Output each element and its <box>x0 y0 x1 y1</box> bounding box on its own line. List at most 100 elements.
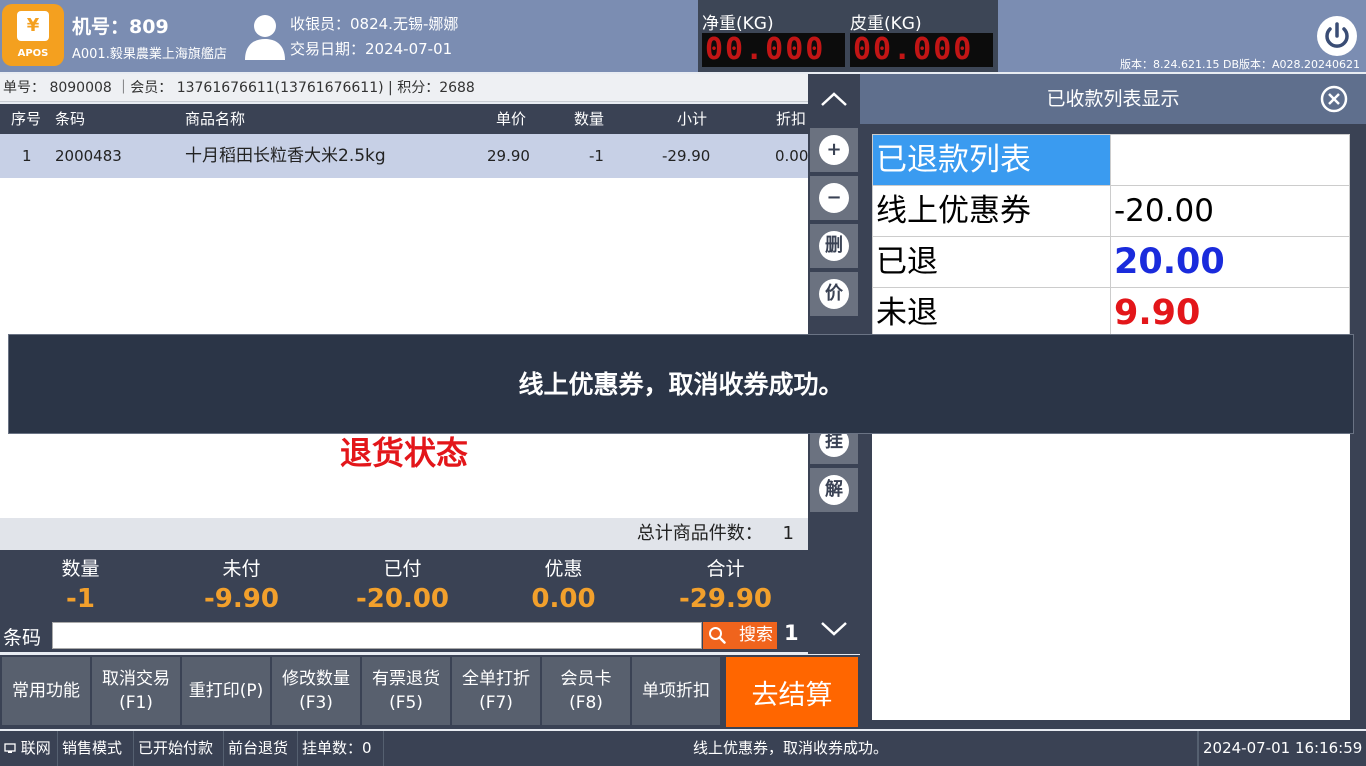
tare-weight-value: 00.000 <box>850 33 993 67</box>
sum-total-value: -29.90 <box>678 584 773 614</box>
row-name: 十月稻田长粒香大米2.5kg <box>185 146 386 166</box>
table-row[interactable]: 1 2000483 十月稻田长粒香大米2.5kg 29.90 -1 -29.90… <box>0 134 808 178</box>
sum-qty-value: -1 <box>66 584 95 614</box>
tare-weight-label: 皮重(KG) <box>850 14 922 34</box>
sum-discount-label: 优惠 <box>544 558 583 580</box>
modify-quantity-button[interactable]: 修改数量 (F3) <box>272 657 360 725</box>
total-items-label: 总计商品件数： <box>636 523 763 544</box>
fn-key: (F5) <box>389 693 423 713</box>
sum-unpaid-value: -9.90 <box>204 584 279 614</box>
row-subtotal: -29.90 <box>662 147 711 165</box>
online-coupon-label: 线上优惠券 <box>872 185 1111 237</box>
function-bar: 常用功能 取消交易 (F1) 重打印(P) 修改数量 (F3) 有票退货 (F5) 全… <box>0 655 860 729</box>
table-row: 未退 9.90 <box>872 287 1350 339</box>
item-table-header: 序号 条码 商品名称 单价 数量 小计 折扣 <box>0 104 808 134</box>
fn-key: (F8) <box>569 693 603 713</box>
chevron-up-icon <box>821 92 847 106</box>
receipt-return-button[interactable]: 有票退货 (F5) <box>362 657 450 725</box>
col-qty: 数量 <box>574 110 605 128</box>
col-name: 商品名称 <box>185 110 246 128</box>
sum-unpaid-label: 未付 <box>222 558 261 580</box>
fn-key: (F1) <box>119 693 153 713</box>
barcode-input[interactable] <box>52 622 702 649</box>
scroll-down-button[interactable] <box>816 614 852 644</box>
total-items-value: 1 <box>782 523 794 544</box>
order-info: 单号： 8090008 ｜会员： 13761676611(13761676611… <box>0 74 808 102</box>
fn-label: 全单打折 <box>462 669 530 689</box>
fn-label: 重打印(P) <box>188 681 264 701</box>
common-functions-button[interactable]: 常用功能 <box>2 657 90 725</box>
delete-button[interactable]: 删 <box>810 224 858 268</box>
power-icon[interactable] <box>1317 16 1357 56</box>
input-quantity: 1 <box>784 621 799 645</box>
plus-icon: + <box>819 135 849 165</box>
chevron-down-icon <box>821 622 847 636</box>
summary-panel: 数量 未付 已付 优惠 合计 -1 -9.90 -20.00 0.00 -29.… <box>0 550 808 620</box>
search-icon <box>709 627 726 644</box>
checkout-button[interactable]: 去结算 <box>726 657 858 727</box>
minus-icon: − <box>819 183 849 213</box>
release-icon: 解 <box>819 475 849 505</box>
col-discount: 折扣 <box>776 110 807 128</box>
total-items: 总计商品件数： 1 <box>0 518 808 550</box>
barcode-label: 条码 <box>3 627 42 649</box>
version-info: 版本：8.24.621.15 DB版本：A028.20240621 <box>1120 58 1360 71</box>
online-coupon-value: -20.00 <box>1110 185 1350 237</box>
machine-number: 机号：809 <box>72 16 169 38</box>
fn-label: 常用功能 <box>12 681 80 701</box>
fn-label: 修改数量 <box>282 669 350 689</box>
network-status: 联网 <box>0 731 58 766</box>
row-barcode: 2000483 <box>55 147 122 165</box>
member-card-button[interactable]: 会员卡 (F8) <box>542 657 630 725</box>
sum-paid-label: 已付 <box>383 558 422 580</box>
apos-logo: ¥ APOS <box>2 4 64 66</box>
reprint-button[interactable]: 重打印(P) <box>182 657 270 725</box>
col-subtotal: 小计 <box>677 110 708 128</box>
table-row: 已退 20.00 <box>872 236 1350 288</box>
fn-key: (F3) <box>299 693 333 713</box>
refund-list-value <box>1110 134 1350 186</box>
add-button[interactable]: + <box>810 128 858 172</box>
release-button[interactable]: 解 <box>810 468 858 512</box>
fn-label: 取消交易 <box>102 669 170 689</box>
yen-icon: ¥ <box>17 11 49 41</box>
item-discount-button[interactable]: 单项折扣 <box>632 657 720 725</box>
search-label: 搜索 <box>739 625 773 645</box>
scale-display: 净重(KG) 00.000 皮重(KG) 00.000 <box>698 0 998 72</box>
logo-text: APOS <box>17 48 49 59</box>
refunded-label: 已退 <box>872 236 1111 288</box>
user-icon <box>245 15 285 60</box>
remove-button[interactable]: − <box>810 176 858 220</box>
fn-key: (F7) <box>479 693 513 713</box>
status-message: 线上优惠券，取消收券成功。 <box>384 731 1198 766</box>
row-price: 29.90 <box>487 147 530 165</box>
store-name: A001.毅果農業上海旗艦店 <box>72 47 227 62</box>
fn-label: 会员卡 <box>560 669 612 689</box>
row-discount: 0.00 <box>775 147 809 165</box>
status-bar: 联网 销售模式 已开始付款 前台退货 挂单数：0 线上优惠券，取消收券成功。 2… <box>0 731 1366 766</box>
close-icon[interactable] <box>1320 85 1348 113</box>
col-price: 单价 <box>496 110 527 128</box>
fn-label: 有票退货 <box>372 669 440 689</box>
cancel-transaction-button[interactable]: 取消交易 (F1) <box>92 657 180 725</box>
table-row: 已退款列表 <box>872 134 1350 186</box>
toast-message: 线上优惠券，取消收券成功。 <box>8 334 1354 434</box>
whole-order-discount-button[interactable]: 全单打折 (F7) <box>452 657 540 725</box>
price-button[interactable]: 价 <box>810 272 858 316</box>
sum-qty-label: 数量 <box>61 558 100 580</box>
pending-value: 9.90 <box>1110 287 1350 339</box>
sum-total-label: 合计 <box>706 558 745 580</box>
net-weight-value: 00.000 <box>702 33 845 67</box>
sales-mode: 销售模式 <box>58 731 134 766</box>
sum-discount-value: 0.00 <box>531 584 596 614</box>
top-header: ¥ APOS 机号：809 A001.毅果農業上海旗艦店 收银员：0824.无锡… <box>0 0 1366 72</box>
price-icon: 价 <box>819 279 849 309</box>
network-label: 联网 <box>20 739 51 757</box>
trade-date: 交易日期：2024-07-01 <box>290 40 453 58</box>
scroll-up-button[interactable] <box>816 84 852 114</box>
search-button[interactable]: 搜索 <box>703 622 777 649</box>
refunded-value: 20.00 <box>1110 236 1350 288</box>
payment-started-status: 已开始付款 <box>134 731 224 766</box>
col-seq: 序号 <box>11 110 42 128</box>
fn-label: 单项折扣 <box>642 681 710 701</box>
